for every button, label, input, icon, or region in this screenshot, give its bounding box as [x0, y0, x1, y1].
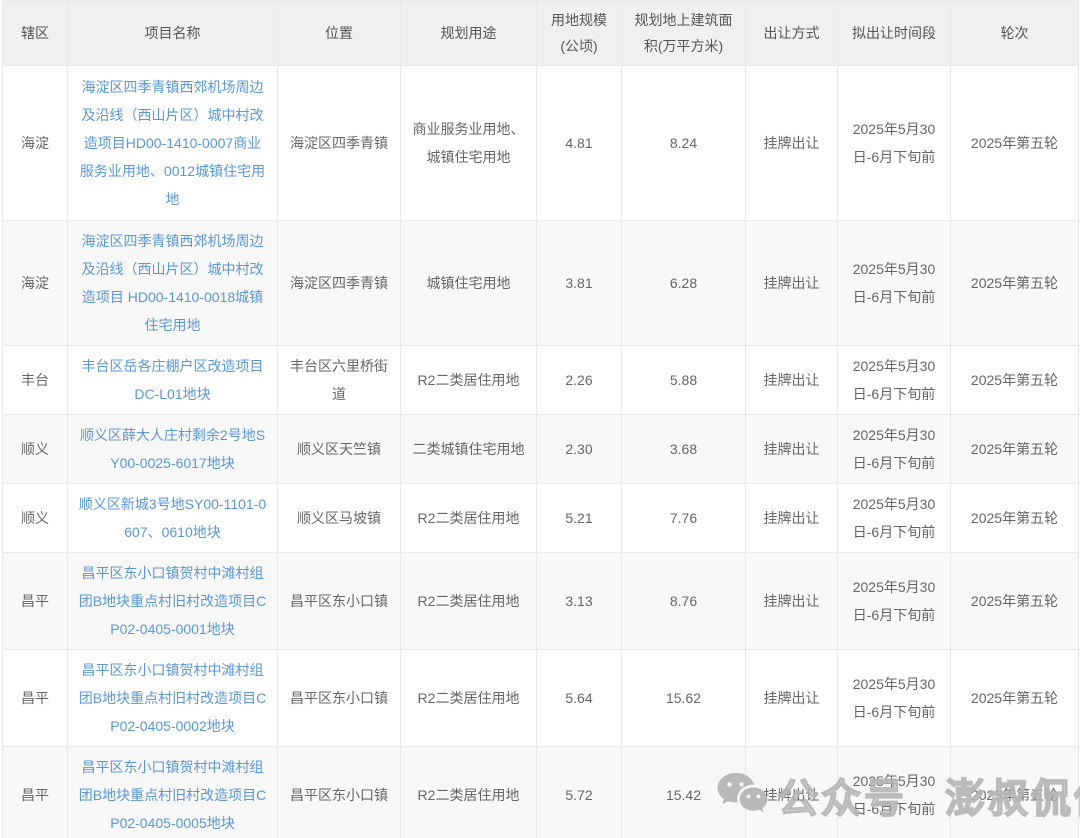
- cell-planned-use: 商业服务业用地、城镇住宅用地: [401, 66, 537, 221]
- cell-transfer-period: 2025年5月30日-6月下旬前: [838, 553, 951, 650]
- cell-transfer-method: 挂牌出让: [746, 553, 838, 650]
- land-transfer-table-page: 辖区项目名称位置规划用途用地规模(公顷)规划地上建筑面积(万平方米)出让方式拟出…: [0, 0, 1080, 838]
- table-body: 海淀海淀区四季青镇西郊机场周边及沿线（西山片区）城中村改造项目HD00-1410…: [3, 66, 1079, 838]
- cell-district: 海淀: [3, 221, 68, 346]
- cell-transfer-method: 挂牌出让: [746, 415, 838, 484]
- cell-round: 2025年第五轮: [951, 66, 1079, 221]
- cell-transfer-period: 2025年5月30日-6月下旬前: [838, 484, 951, 553]
- cell-land-area: 3.81: [537, 221, 622, 346]
- header-row: 辖区项目名称位置规划用途用地规模(公顷)规划地上建筑面积(万平方米)出让方式拟出…: [3, 1, 1079, 66]
- cell-project-name[interactable]: 丰台区岳各庄棚户区改造项目DC-L01地块: [68, 346, 278, 415]
- cell-project-name[interactable]: 昌平区东小口镇贺村中滩村组团B地块重点村旧村改造项目CP02-0405-0002…: [68, 650, 278, 747]
- cell-project-name[interactable]: 昌平区东小口镇贺村中滩村组团B地块重点村旧村改造项目CP02-0405-0005…: [68, 747, 278, 838]
- column-header-2: 位置: [278, 1, 401, 66]
- cell-location: 顺义区马坡镇: [278, 484, 401, 553]
- cell-district: 海淀: [3, 66, 68, 221]
- cell-transfer-method: 挂牌出让: [746, 221, 838, 346]
- cell-location: 昌平区东小口镇: [278, 553, 401, 650]
- cell-location: 顺义区天竺镇: [278, 415, 401, 484]
- cell-building-area: 6.28: [622, 221, 746, 346]
- column-header-1: 项目名称: [68, 1, 278, 66]
- table-row: 昌平昌平区东小口镇贺村中滩村组团B地块重点村旧村改造项目CP02-0405-00…: [3, 650, 1079, 747]
- cell-round: 2025年第五轮: [951, 553, 1079, 650]
- cell-district: 昌平: [3, 553, 68, 650]
- cell-planned-use: R2二类居住用地: [401, 650, 537, 747]
- column-header-3: 规划用途: [401, 1, 537, 66]
- table-row: 海淀海淀区四季青镇西郊机场周边及沿线（西山片区）城中村改造项目 HD00-141…: [3, 221, 1079, 346]
- cell-transfer-method: 挂牌出让: [746, 747, 838, 838]
- cell-location: 昌平区东小口镇: [278, 650, 401, 747]
- cell-transfer-period: 2025年5月30日-6月下旬前: [838, 650, 951, 747]
- cell-district: 昌平: [3, 650, 68, 747]
- cell-round: 2025年第五轮: [951, 221, 1079, 346]
- cell-transfer-period: 2025年5月30日-6月下旬前: [838, 221, 951, 346]
- cell-planned-use: R2二类居住用地: [401, 484, 537, 553]
- column-header-7: 拟出让时间段: [838, 1, 951, 66]
- table-row: 丰台丰台区岳各庄棚户区改造项目DC-L01地块丰台区六里桥街道R2二类居住用地2…: [3, 346, 1079, 415]
- cell-planned-use: R2二类居住用地: [401, 553, 537, 650]
- cell-district: 顺义: [3, 415, 68, 484]
- cell-project-name[interactable]: 顺义区新城3号地SY00-1101-0607、0610地块: [68, 484, 278, 553]
- cell-building-area: 3.68: [622, 415, 746, 484]
- cell-transfer-method: 挂牌出让: [746, 650, 838, 747]
- cell-building-area: 15.62: [622, 650, 746, 747]
- cell-project-name[interactable]: 昌平区东小口镇贺村中滩村组团B地块重点村旧村改造项目CP02-0405-0001…: [68, 553, 278, 650]
- cell-transfer-period: 2025年5月30日-6月下旬前: [838, 747, 951, 838]
- cell-district: 丰台: [3, 346, 68, 415]
- column-header-6: 出让方式: [746, 1, 838, 66]
- cell-district: 昌平: [3, 747, 68, 838]
- column-header-0: 辖区: [3, 1, 68, 66]
- cell-round: 2025年第五轮: [951, 747, 1079, 838]
- cell-building-area: 7.76: [622, 484, 746, 553]
- cell-land-area: 2.30: [537, 415, 622, 484]
- cell-transfer-method: 挂牌出让: [746, 66, 838, 221]
- cell-land-area: 5.21: [537, 484, 622, 553]
- cell-round: 2025年第五轮: [951, 650, 1079, 747]
- cell-building-area: 5.88: [622, 346, 746, 415]
- cell-location: 昌平区东小口镇: [278, 747, 401, 838]
- cell-building-area: 15.42: [622, 747, 746, 838]
- land-listing-table: 辖区项目名称位置规划用途用地规模(公顷)规划地上建筑面积(万平方米)出让方式拟出…: [2, 0, 1079, 838]
- table-row: 顺义顺义区新城3号地SY00-1101-0607、0610地块顺义区马坡镇R2二…: [3, 484, 1079, 553]
- cell-planned-use: 二类城镇住宅用地: [401, 415, 537, 484]
- cell-transfer-method: 挂牌出让: [746, 484, 838, 553]
- column-header-4: 用地规模(公顷): [537, 1, 622, 66]
- cell-round: 2025年第五轮: [951, 484, 1079, 553]
- cell-building-area: 8.24: [622, 66, 746, 221]
- cell-land-area: 3.13: [537, 553, 622, 650]
- cell-planned-use: 城镇住宅用地: [401, 221, 537, 346]
- cell-land-area: 4.81: [537, 66, 622, 221]
- cell-land-area: 5.72: [537, 747, 622, 838]
- cell-building-area: 8.76: [622, 553, 746, 650]
- cell-location: 丰台区六里桥街道: [278, 346, 401, 415]
- cell-planned-use: R2二类居住用地: [401, 747, 537, 838]
- cell-location: 海淀区四季青镇: [278, 221, 401, 346]
- cell-round: 2025年第五轮: [951, 346, 1079, 415]
- cell-transfer-period: 2025年5月30日-6月下旬前: [838, 66, 951, 221]
- cell-project-name[interactable]: 顺义区薛大人庄村剩余2号地SY00-0025-6017地块: [68, 415, 278, 484]
- table-row: 顺义顺义区薛大人庄村剩余2号地SY00-0025-6017地块顺义区天竺镇二类城…: [3, 415, 1079, 484]
- cell-district: 顺义: [3, 484, 68, 553]
- cell-round: 2025年第五轮: [951, 415, 1079, 484]
- cell-transfer-period: 2025年5月30日-6月下旬前: [838, 346, 951, 415]
- table-row: 昌平昌平区东小口镇贺村中滩村组团B地块重点村旧村改造项目CP02-0405-00…: [3, 747, 1079, 838]
- cell-land-area: 2.26: [537, 346, 622, 415]
- column-header-5: 规划地上建筑面积(万平方米): [622, 1, 746, 66]
- column-header-8: 轮次: [951, 1, 1079, 66]
- cell-planned-use: R2二类居住用地: [401, 346, 537, 415]
- cell-project-name[interactable]: 海淀区四季青镇西郊机场周边及沿线（西山片区）城中村改造项目HD00-1410-0…: [68, 66, 278, 221]
- cell-transfer-period: 2025年5月30日-6月下旬前: [838, 415, 951, 484]
- cell-project-name[interactable]: 海淀区四季青镇西郊机场周边及沿线（西山片区）城中村改造项目 HD00-1410-…: [68, 221, 278, 346]
- table-row: 昌平昌平区东小口镇贺村中滩村组团B地块重点村旧村改造项目CP02-0405-00…: [3, 553, 1079, 650]
- cell-location: 海淀区四季青镇: [278, 66, 401, 221]
- cell-transfer-method: 挂牌出让: [746, 346, 838, 415]
- table-row: 海淀海淀区四季青镇西郊机场周边及沿线（西山片区）城中村改造项目HD00-1410…: [3, 66, 1079, 221]
- cell-land-area: 5.64: [537, 650, 622, 747]
